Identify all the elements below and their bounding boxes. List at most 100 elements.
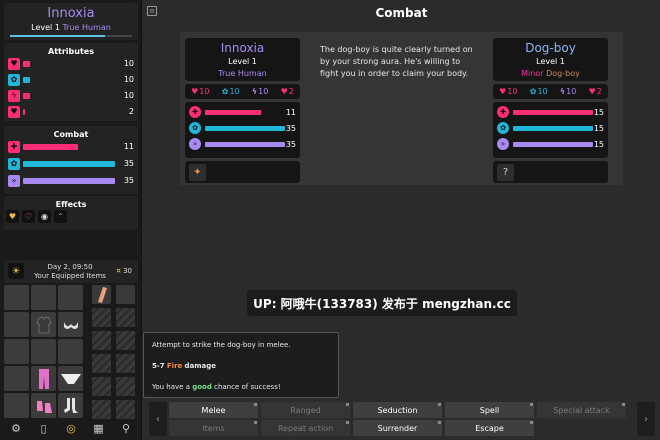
card-bar-row: » 35: [189, 138, 296, 150]
equip-slot-jacket[interactable]: [31, 312, 56, 337]
stat-row[interactable]: ✿ 10: [8, 74, 134, 86]
equip-slot[interactable]: [4, 285, 29, 310]
equipped-items-label: Your Equipped Items: [34, 272, 106, 280]
card-bar: [205, 110, 261, 115]
game-time: Day 2, 09:50: [47, 263, 93, 271]
accessory-slot[interactable]: [92, 354, 111, 373]
accessory-slot[interactable]: [116, 354, 135, 373]
stat-bar: [23, 144, 79, 150]
next-actions-button[interactable]: ›: [637, 402, 655, 436]
accessory-slot[interactable]: [116, 377, 135, 396]
phone-icon[interactable]: ▯: [34, 419, 54, 437]
equip-slot[interactable]: [4, 312, 29, 337]
action-special-attack-button[interactable]: Special attack: [537, 402, 626, 418]
prev-actions-button[interactable]: ‹: [149, 402, 167, 436]
stat-row[interactable]: ϟ 10: [8, 90, 134, 102]
accessory-slot[interactable]: [116, 285, 135, 304]
card-bar-row: » 15: [497, 138, 604, 150]
damage-type: Fire: [166, 362, 183, 370]
strength-effect-icon[interactable]: ♥: [6, 210, 19, 223]
map-icon[interactable]: ◎: [61, 419, 81, 437]
fire-weapon-icon[interactable]: ✦: [189, 164, 206, 181]
stat-value: 2: [128, 107, 134, 116]
aura-icon: ✿: [8, 158, 20, 170]
sidebar: Innoxia Level 1 True Human Attributes ♥ 1…: [0, 0, 142, 440]
action-seduction-button[interactable]: Seduction: [353, 402, 442, 418]
equip-slot-socks[interactable]: [58, 393, 83, 418]
action-spell-button[interactable]: Spell: [445, 402, 534, 418]
action-items-button[interactable]: Items: [169, 420, 258, 436]
coin-icon: ¤: [116, 267, 121, 275]
stat-row[interactable]: ✚ 11: [8, 141, 134, 153]
equip-slot[interactable]: [4, 366, 29, 391]
bra-icon: [63, 321, 78, 329]
equip-slot-shoes[interactable]: [31, 393, 56, 418]
action-repeat-action-button[interactable]: Repeat action: [261, 420, 350, 436]
equip-slot[interactable]: [4, 393, 29, 418]
stat-row[interactable]: ♥ 10: [8, 58, 134, 70]
tooltip-chance: You have a good chance of success!: [152, 383, 330, 392]
card-bar-value: 15: [593, 140, 604, 149]
equip-slot[interactable]: [31, 285, 56, 310]
accessory-slot[interactable]: [116, 308, 135, 327]
player-header[interactable]: Innoxia Level 1 True Human: [4, 3, 138, 40]
card-bar: [513, 142, 593, 147]
enemy-card-name: Dog-boy: [525, 41, 576, 55]
damage-range: 5-7: [152, 362, 165, 370]
fertility-effect-icon[interactable]: ◉: [38, 210, 51, 223]
stat-bar: [23, 109, 25, 115]
player-race: True Human: [62, 23, 111, 32]
accessory-slot[interactable]: [116, 400, 135, 419]
player-card-header: Innoxia Level 1 True Human: [185, 38, 300, 81]
unknown-icon[interactable]: ?: [497, 164, 514, 181]
enemy-combat-card[interactable]: Dog-boy Level 1 Minor Dog-boy ♥ 10 ✿ 10 ϟ1…: [493, 38, 608, 183]
inspect-icon[interactable]: ⚲: [116, 419, 136, 437]
accessory-slot[interactable]: [92, 377, 111, 396]
accessory-slot[interactable]: [92, 308, 111, 327]
brain-icon: ✿: [8, 74, 20, 86]
card-stat: ϟ 10: [251, 87, 269, 96]
inventory-icon[interactable]: ▦: [89, 419, 109, 437]
rank-effect-icon[interactable]: ⌃: [54, 210, 67, 223]
card-bar-value: 15: [593, 108, 604, 117]
combat-panel: Combat ✚ 11 ✿ 35 » 35: [4, 126, 138, 194]
combat-description: The dog-boy is quite clearly turned on b…: [320, 45, 473, 78]
card-bar-value: 15: [593, 124, 604, 133]
chance-suffix: chance of success!: [214, 383, 281, 391]
stat-row[interactable]: » 35: [8, 175, 134, 187]
accessory-slot[interactable]: [92, 400, 111, 419]
equip-slot-bra[interactable]: [58, 312, 83, 337]
equip-slot-panties[interactable]: [58, 366, 83, 391]
card-stat: ♥ 10: [191, 87, 210, 96]
lust-icon: ♥: [588, 87, 596, 96]
accessory-slot[interactable]: [116, 331, 135, 350]
health-icon: ✚: [497, 106, 509, 118]
player-card-effects: ✦: [185, 161, 300, 183]
player-combat-card[interactable]: Innoxia Level 1 True Human ♥ 10 ✿ 10 ϟ 10 ♥…: [185, 38, 300, 183]
damage-suffix: damage: [184, 362, 217, 370]
lust-effect-icon[interactable]: ♡: [22, 210, 35, 223]
arousal-icon: »: [497, 138, 509, 150]
accessory-slot-weapon[interactable]: [92, 285, 111, 304]
heart-icon: ♥: [8, 58, 20, 70]
lust-icon: ♥: [280, 87, 288, 96]
equip-slot[interactable]: [4, 339, 29, 364]
equip-slot-leggings[interactable]: [31, 366, 56, 391]
action-ranged-button[interactable]: Ranged: [261, 402, 350, 418]
stat-row[interactable]: ♥ 2: [8, 106, 134, 118]
equip-slot[interactable]: [58, 285, 83, 310]
attributes-title: Attributes: [48, 47, 94, 56]
gear-icon[interactable]: ⚙: [6, 419, 26, 437]
combat-title: Combat: [53, 130, 89, 139]
stat-value: 35: [123, 159, 134, 168]
player-card-bars: ✚ 11 ✿ 35 » 35: [185, 102, 300, 158]
equip-slot[interactable]: [31, 339, 56, 364]
sidebar-toolbar: ⚙ ▯ ◎ ▦ ⚲: [4, 418, 138, 438]
accessory-slot[interactable]: [92, 331, 111, 350]
action-melee-button[interactable]: Melee: [169, 402, 258, 418]
action-surrender-button[interactable]: Surrender: [353, 420, 442, 436]
stat-row[interactable]: ✿ 35: [8, 158, 134, 170]
equip-slot[interactable]: [58, 339, 83, 364]
lust-icon: ♥: [8, 106, 20, 118]
action-escape-button[interactable]: Escape: [445, 420, 534, 436]
